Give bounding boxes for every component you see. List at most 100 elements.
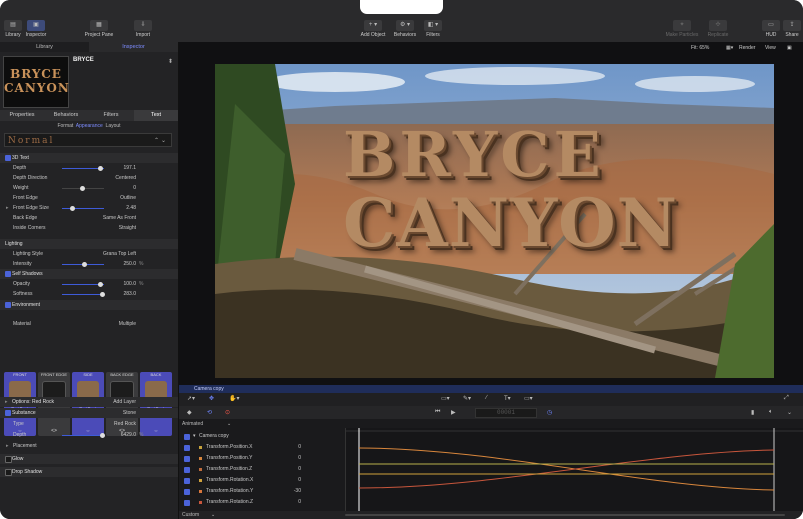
row-drop-shadow[interactable]: Drop Shadow bbox=[0, 467, 178, 477]
timeline-view-icon[interactable]: ▮ bbox=[751, 409, 754, 416]
tab-text[interactable]: Text bbox=[134, 110, 178, 121]
project-pane-button[interactable]: ▦ Project Pane bbox=[83, 20, 115, 42]
intensity-slider[interactable] bbox=[62, 261, 104, 267]
param-value[interactable]: 0 bbox=[287, 442, 301, 453]
add-layer-popup[interactable]: Add Layer bbox=[113, 397, 136, 407]
pin-icon[interactable]: ⬍ bbox=[168, 58, 173, 65]
share-button[interactable]: ⇪ Share bbox=[782, 20, 802, 42]
depth2-slider[interactable] bbox=[62, 432, 105, 438]
row-value[interactable]: 197.1 bbox=[123, 163, 136, 173]
keyframe-row[interactable]: Transform.Position.Z 0 bbox=[179, 464, 339, 475]
text-tool-icon[interactable]: T▾ bbox=[504, 395, 511, 402]
mask-tool-icon[interactable]: ▭▾ bbox=[524, 395, 533, 402]
front-edge-size-slider[interactable] bbox=[62, 205, 104, 211]
animated-filter[interactable]: Animated ⌄ bbox=[179, 420, 339, 429]
timecode-field[interactable]: 00001 bbox=[475, 408, 537, 418]
tab-properties[interactable]: Properties bbox=[0, 110, 44, 121]
inspector-button[interactable]: ▣ Inspector bbox=[25, 20, 47, 42]
slider-knob[interactable] bbox=[100, 291, 105, 297]
make-particles-button[interactable]: ✦ Make Particles bbox=[664, 20, 700, 42]
subtab-layout[interactable]: Layout bbox=[106, 123, 121, 129]
record-icon[interactable]: ⊙ bbox=[225, 409, 230, 416]
row-value[interactable]: Stone bbox=[123, 408, 136, 418]
checkbox-icon[interactable] bbox=[184, 433, 190, 440]
row-environment[interactable]: Environment bbox=[0, 300, 178, 310]
row-value[interactable]: 6429.0 bbox=[121, 430, 136, 440]
row-substance[interactable]: Substance Stone bbox=[0, 408, 178, 418]
checkbox-icon[interactable] bbox=[184, 444, 190, 451]
row-value[interactable]: Red Rock bbox=[114, 419, 136, 429]
weight-slider[interactable] bbox=[62, 185, 104, 191]
timeline-scrollbar[interactable] bbox=[345, 514, 785, 516]
tab-library[interactable]: Library bbox=[0, 42, 89, 52]
hud-button[interactable]: ▭ HUD bbox=[761, 20, 781, 42]
slider-knob[interactable] bbox=[98, 281, 103, 287]
custom-popup[interactable]: Custom bbox=[182, 511, 199, 519]
layout-icon[interactable]: ▣ bbox=[787, 45, 792, 51]
keyframe-graph[interactable] bbox=[345, 428, 803, 511]
filters-button[interactable]: ◧ ▾ Filters bbox=[422, 20, 444, 42]
paint-icon[interactable]: ✎▾ bbox=[463, 395, 471, 402]
pen-tool-icon[interactable]: ∕ bbox=[486, 395, 487, 401]
depth-slider[interactable] bbox=[62, 165, 104, 171]
disclosure-triangle-icon[interactable]: ▸ bbox=[6, 441, 9, 451]
row-glow[interactable]: Glow bbox=[0, 454, 178, 464]
disclosure-triangle-icon[interactable]: ▸ bbox=[6, 203, 9, 213]
row-value[interactable]: Multiple bbox=[119, 319, 136, 329]
checkbox-icon[interactable] bbox=[5, 469, 12, 476]
checkbox-icon[interactable] bbox=[5, 302, 11, 308]
zoom-level[interactable]: Fit: 65% bbox=[691, 45, 709, 51]
shape-mask-icon[interactable]: ▭▾ bbox=[441, 395, 450, 402]
tab-inspector[interactable]: Inspector bbox=[89, 42, 178, 52]
3d-transform-icon[interactable]: ✥ bbox=[209, 395, 214, 402]
row-value[interactable]: 2.48 bbox=[126, 203, 136, 213]
softness-slider[interactable] bbox=[62, 291, 105, 297]
slider-knob[interactable] bbox=[80, 185, 85, 191]
play-icon[interactable]: ▶ bbox=[451, 409, 456, 416]
import-button[interactable]: ⇩ Import bbox=[132, 20, 154, 42]
row-value[interactable]: Outline bbox=[120, 193, 136, 203]
render-menu[interactable]: Render bbox=[739, 45, 755, 51]
timecode-mode-icon[interactable]: ◷ bbox=[547, 409, 552, 416]
row-value[interactable]: Centered bbox=[115, 173, 136, 183]
canvas-image[interactable]: BRYCE CANYON bbox=[215, 64, 774, 378]
view-menu[interactable]: View bbox=[765, 45, 776, 51]
checkbox-icon[interactable] bbox=[5, 155, 11, 161]
keyframe-group-row[interactable]: ▾ Camera copy bbox=[179, 431, 339, 442]
keyframe-row[interactable]: Transform.Rotation.Y -30 bbox=[179, 486, 339, 497]
row-value[interactable]: Grana Top Left bbox=[103, 249, 136, 259]
keyframe-row[interactable]: Transform.Position.X 0 bbox=[179, 442, 339, 453]
checkbox-icon[interactable] bbox=[184, 477, 190, 484]
checkbox-icon[interactable] bbox=[5, 271, 11, 277]
add-object-button[interactable]: + ▾ Add Object bbox=[358, 20, 388, 42]
checkbox-icon[interactable] bbox=[184, 466, 190, 473]
slider-knob[interactable] bbox=[98, 165, 103, 171]
style-preset-popup[interactable]: Normal ⌃⌄ bbox=[4, 133, 172, 147]
keyframe-row[interactable]: Transform.Rotation.X 0 bbox=[179, 475, 339, 486]
row-value[interactable]: 250.0 bbox=[123, 259, 136, 269]
checkbox-icon[interactable] bbox=[184, 488, 190, 495]
loop-icon[interactable]: ⟲ bbox=[207, 409, 212, 416]
keyframe-row[interactable]: Transform.Position.Y 0 bbox=[179, 453, 339, 464]
slider-knob[interactable] bbox=[82, 261, 87, 267]
disclosure-triangle-icon[interactable]: ▸ bbox=[5, 397, 8, 407]
behaviors-button[interactable]: ⚙ ▾ Behaviors bbox=[392, 20, 418, 42]
row-options[interactable]: ▸ Options: Red Rock Add Layer bbox=[0, 397, 178, 407]
row-3d-text[interactable]: 3D Text bbox=[0, 153, 178, 163]
library-button[interactable]: ▤ Library bbox=[3, 20, 23, 42]
param-value[interactable]: 0 bbox=[287, 453, 301, 464]
go-to-start-icon[interactable]: ⏮ bbox=[435, 409, 440, 416]
minimize-icon[interactable]: ⌄ bbox=[787, 409, 792, 416]
row-self-shadows[interactable]: Self Shadows bbox=[0, 269, 178, 279]
fullscreen-icon[interactable]: ⤢ bbox=[784, 395, 789, 402]
checkbox-icon[interactable] bbox=[184, 499, 190, 506]
checkbox-icon[interactable] bbox=[184, 455, 190, 462]
audio-icon[interactable]: 🔈︎ bbox=[769, 409, 773, 416]
keyframe-icon[interactable]: ◆ bbox=[187, 409, 192, 416]
param-value[interactable]: 0 bbox=[287, 497, 301, 508]
replicate-button[interactable]: ✣ Replicate bbox=[704, 20, 732, 42]
row-value[interactable]: Same As Front bbox=[103, 213, 136, 223]
opacity-slider[interactable] bbox=[62, 281, 104, 287]
row-value[interactable]: 0 bbox=[133, 183, 136, 193]
param-value[interactable]: 0 bbox=[287, 464, 301, 475]
